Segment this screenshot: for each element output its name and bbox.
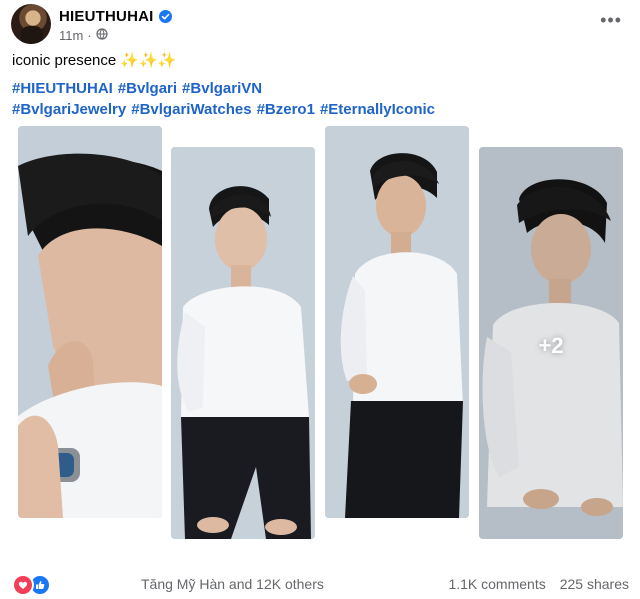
hashtag-link[interactable]: #Bzero1 — [257, 101, 315, 118]
hashtag-link[interactable]: #Bvlgari — [118, 80, 177, 97]
author-avatar[interactable] — [11, 4, 51, 44]
hashtag-link[interactable]: #BvlgariWatches — [131, 101, 251, 118]
shares-count[interactable]: 225 shares — [560, 576, 629, 592]
verified-badge-icon — [158, 10, 172, 23]
meta-separator: · — [87, 28, 92, 43]
post-photo[interactable] — [18, 126, 162, 518]
post-photo[interactable] — [325, 126, 469, 518]
post-photo[interactable]: +2 — [479, 147, 623, 539]
post-meta: 11m · — [59, 28, 108, 43]
post-caption: iconic presence ✨✨✨ — [12, 52, 177, 69]
hashtag-list: #HIEUTHUHAI #Bvlgari #BvlgariVN #BvlgariJe… — [12, 78, 612, 120]
author-name[interactable]: HIEUTHUHAI — [59, 8, 154, 25]
hashtag-link[interactable]: #BvlgariVN — [182, 80, 262, 97]
more-photos-count: +2 — [538, 333, 564, 358]
more-options-icon[interactable]: ••• — [600, 10, 622, 31]
hashtag-link[interactable]: #HIEUTHUHAI — [12, 80, 113, 97]
engagement-counts: 1.1K comments 225 shares — [448, 576, 629, 592]
post-photo[interactable] — [171, 147, 315, 539]
globe-icon — [96, 28, 108, 43]
comments-count[interactable]: 1.1K comments — [448, 576, 545, 592]
love-icon — [12, 574, 34, 596]
hashtag-link[interactable]: #BvlgariJewelry — [12, 101, 126, 118]
reaction-icons[interactable] — [12, 574, 51, 596]
reacted-by-text[interactable]: Tăng Mỹ Hàn and 12K others — [141, 576, 324, 592]
post-author: HIEUTHUHAI — [59, 8, 172, 25]
post-time[interactable]: 11m — [59, 28, 83, 43]
facebook-post: HIEUTHUHAI 11m · ••• iconic presence ✨✨✨… — [0, 0, 640, 599]
hashtag-link[interactable]: #EternallyIconic — [320, 101, 435, 118]
